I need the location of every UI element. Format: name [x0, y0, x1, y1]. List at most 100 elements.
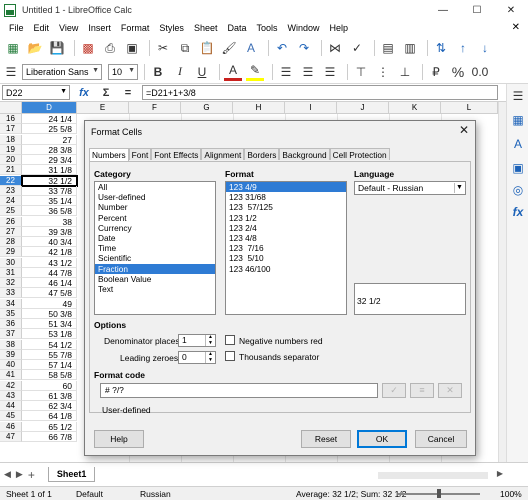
cell-d[interactable]: 51 3/4 [22, 319, 77, 330]
align-right-icon[interactable]: ☰ [321, 63, 339, 81]
format-code-input[interactable]: # ?/? [100, 383, 378, 398]
align-middle-icon[interactable]: ⋮ [374, 63, 392, 81]
name-box[interactable]: D22 ▼ [2, 85, 70, 100]
tab-font[interactable]: Font [128, 148, 152, 160]
cell-d[interactable]: 31 1/8 [22, 165, 77, 176]
cell-d[interactable]: 62 3/4 [22, 401, 77, 412]
category-item[interactable]: All [95, 182, 215, 192]
row-header[interactable]: 38 [0, 339, 22, 350]
ok-button[interactable]: OK [357, 430, 407, 448]
format-item[interactable]: 123 57/125 [226, 202, 346, 212]
cell-d[interactable]: 44 7/8 [22, 267, 77, 278]
format-item[interactable]: 123 31/68 [226, 192, 346, 202]
copy-icon[interactable]: ⧉ [176, 39, 194, 57]
cell-d[interactable]: 65 1/2 [22, 421, 77, 432]
redo-icon[interactable]: ↷ [295, 39, 313, 57]
row-icon[interactable]: ▤ [379, 39, 397, 57]
maximize-button[interactable]: ☐ [460, 0, 494, 20]
column-header-g[interactable]: G [181, 102, 233, 114]
menu-styles[interactable]: Styles [154, 23, 189, 33]
format-item[interactable]: 123 2/4 [226, 223, 346, 233]
undo-icon[interactable]: ↶ [273, 39, 291, 57]
row-header[interactable]: 18 [0, 134, 22, 145]
format-item[interactable]: 123 4/9 [226, 182, 346, 193]
gallery-icon[interactable]: ▣ [510, 160, 526, 176]
add-sheet-icon[interactable]: + [28, 468, 35, 482]
cell-d[interactable]: 66 7/8 [22, 431, 77, 442]
column-header-i[interactable]: I [285, 102, 337, 114]
column-header-j[interactable]: J [337, 102, 389, 114]
currency-format-icon[interactable]: ₽ [427, 63, 445, 81]
edit-comment-icon[interactable]: ≡ [410, 383, 434, 398]
column-header-e[interactable]: E [77, 102, 129, 114]
align-bottom-icon[interactable]: ⊥ [396, 63, 414, 81]
row-header[interactable]: 31 [0, 267, 22, 278]
open-icon[interactable]: 📂 [26, 39, 44, 57]
font-name-box[interactable]: Liberation Sans ▼ [22, 63, 102, 80]
row-header[interactable]: 19 [0, 144, 22, 155]
category-item[interactable]: Time [95, 243, 215, 253]
language-select[interactable]: Default - Russian ▼ [354, 181, 466, 195]
row-header[interactable]: 34 [0, 298, 22, 309]
save-icon[interactable]: 💾 [48, 39, 66, 57]
print-preview-icon[interactable]: ▣ [123, 39, 141, 57]
row-header[interactable]: 44 [0, 401, 22, 412]
formula-input[interactable]: =D21+1+3/8 [142, 85, 498, 100]
category-item[interactable]: Date [95, 233, 215, 243]
row-header[interactable]: 39 [0, 349, 22, 360]
category-item[interactable]: Percent [95, 213, 215, 223]
cell-d[interactable]: 35 1/4 [22, 196, 77, 207]
cell-d[interactable]: 60 [22, 380, 77, 391]
tab-borders[interactable]: Borders [244, 148, 280, 160]
cell-d[interactable]: 40 3/4 [22, 237, 77, 248]
last-sheet-icon[interactable]: ▶ [16, 469, 23, 480]
cell-d[interactable]: 33 7/8 [22, 185, 77, 196]
font-size-box[interactable]: 10 ▼ [108, 63, 138, 80]
row-header[interactable]: 24 [0, 196, 22, 207]
reset-button[interactable]: Reset [301, 430, 351, 448]
zoom-level[interactable]: 100% [500, 489, 522, 499]
menu-view[interactable]: View [54, 23, 83, 33]
category-item[interactable]: Fraction [95, 263, 215, 274]
category-list[interactable]: All User-defined Number Percent Currency Date… [94, 181, 216, 315]
leading-zeroes-spin[interactable]: 0 ▲ ▼ [178, 351, 216, 364]
column-header-h[interactable]: H [233, 102, 285, 114]
delete-format-icon[interactable]: ✕ [438, 383, 462, 398]
cut-icon[interactable]: ✂ [154, 39, 172, 57]
column-header-d[interactable]: D [22, 102, 77, 114]
format-item[interactable]: 123 7/16 [226, 243, 346, 253]
functions-icon[interactable]: fx [510, 204, 526, 220]
align-top-icon[interactable]: ⊤ [352, 63, 370, 81]
underline-icon[interactable]: U [193, 63, 211, 81]
row-header[interactable]: 25 [0, 206, 22, 217]
row-header[interactable]: 21 [0, 165, 22, 176]
negative-red-checkbox[interactable] [225, 335, 235, 345]
clone-formatting-icon[interactable]: 🖌 [220, 39, 238, 57]
sidebar-menu-icon[interactable]: ☰ [510, 88, 526, 104]
new-icon[interactable]: ▦ [4, 39, 22, 57]
row-header[interactable]: 35 [0, 308, 22, 319]
format-list[interactable]: 123 4/9 123 31/68 123 57/125 123 1/2 123 2/4… [225, 181, 347, 315]
styles-icon[interactable]: ☰ [4, 63, 18, 81]
cell-d[interactable]: 29 3/4 [22, 155, 77, 166]
bold-icon[interactable]: B [149, 63, 167, 81]
sum-icon[interactable]: Σ [98, 87, 114, 99]
row-header[interactable]: 40 [0, 360, 22, 371]
row-header[interactable]: 43 [0, 390, 22, 401]
spelling-icon[interactable]: ✓ [348, 39, 366, 57]
row-header[interactable]: 37 [0, 329, 22, 340]
zoom-knob[interactable] [437, 489, 441, 498]
row-header[interactable]: 33 [0, 288, 22, 299]
row-header[interactable]: 45 [0, 411, 22, 422]
format-item[interactable]: 123 4/8 [226, 233, 346, 243]
close-document-icon[interactable]: ✕ [512, 22, 520, 33]
first-sheet-icon[interactable]: ◀ [4, 469, 11, 480]
category-item[interactable]: Currency [95, 223, 215, 233]
cell-d[interactable]: 43 1/2 [22, 257, 77, 268]
row-header[interactable]: 16 [0, 114, 22, 125]
spin-arrows-icon[interactable]: ▲ ▼ [205, 334, 215, 346]
menu-file[interactable]: File [4, 23, 29, 33]
menu-sheet[interactable]: Sheet [189, 23, 223, 33]
menu-edit[interactable]: Edit [29, 23, 55, 33]
cell-d[interactable]: 57 1/4 [22, 360, 77, 371]
